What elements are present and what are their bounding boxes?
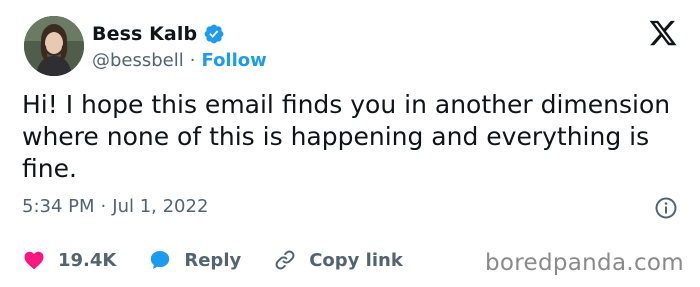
author-name-row: Bess Kalb [92,22,225,46]
tweet-time: 5:34 PM [22,196,95,217]
info-icon[interactable] [654,196,678,220]
like-count: 19.4K [58,249,117,271]
heart-icon [24,251,44,270]
avatar[interactable] [24,16,84,76]
reply-bubble-icon [151,251,170,269]
link-icon [275,250,295,270]
avatar-image [24,16,84,76]
tweet-date: Jul 1, 2022 [112,196,209,217]
date-separator: · [100,196,107,217]
follow-button[interactable]: Follow [202,50,267,71]
author-handle[interactable]: @bessbell [92,50,184,71]
separator-dot: · [189,49,196,71]
tweet-actions: 19.4K Reply Copy link [22,246,435,274]
tweet-timestamp[interactable]: 5:34 PM · Jul 1, 2022 [22,196,208,217]
author-handle-row: @bessbell · Follow [92,48,267,72]
author-name[interactable]: Bess Kalb [92,23,197,45]
verified-badge-icon [203,23,225,45]
tweet-text: Hi! I hope this email finds you in anoth… [22,90,671,183]
reply-label: Reply [184,249,242,271]
x-logo-icon[interactable] [648,18,678,48]
reply-button[interactable]: Reply [148,248,241,272]
copy-link-label: Copy link [309,249,403,271]
copy-link-button[interactable]: Copy link [273,248,403,272]
watermark: boredpanda.com [485,250,684,276]
like-button[interactable]: 19.4K [22,248,116,272]
